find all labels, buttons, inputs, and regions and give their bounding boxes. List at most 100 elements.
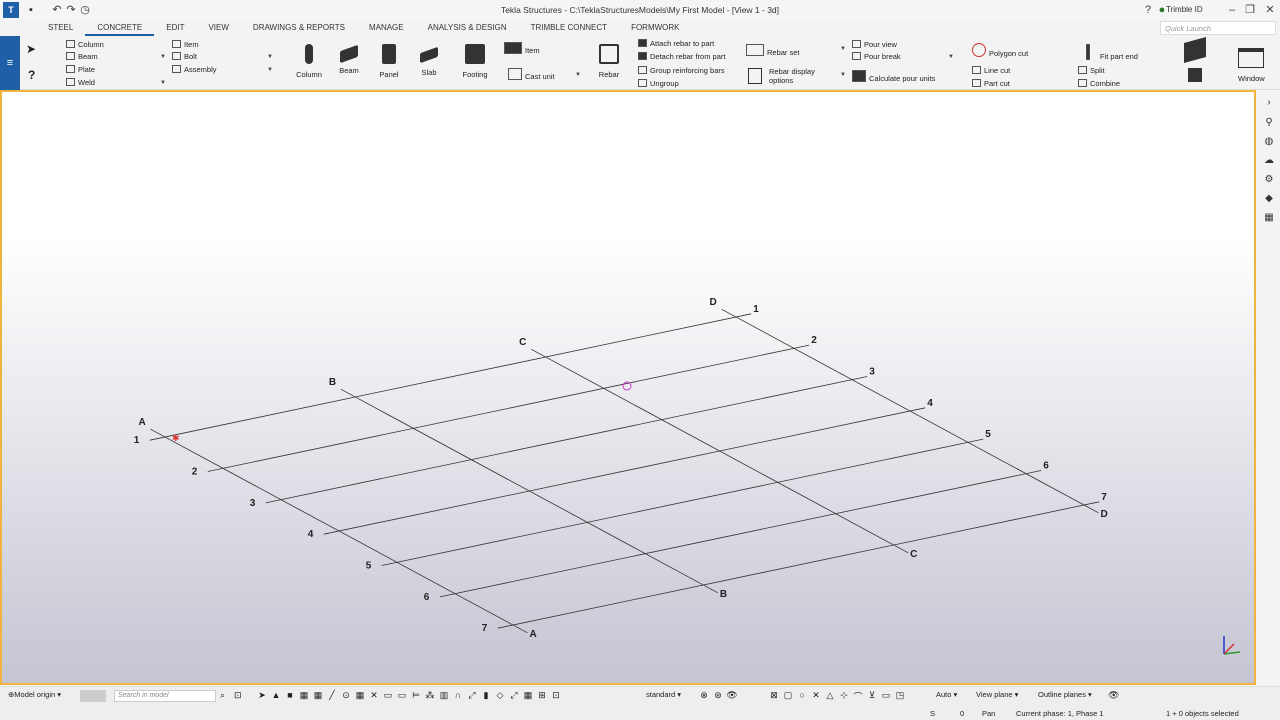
close-button[interactable]: ✕ xyxy=(1262,3,1278,17)
snap-mode-icon[interactable]: ▭ xyxy=(880,690,892,701)
visibility-icon[interactable]: 👁 xyxy=(1108,690,1119,701)
chevron-down-icon[interactable]: ▼ xyxy=(575,72,581,78)
snap-tool-icon[interactable]: ◇ xyxy=(494,690,506,701)
rebar-button[interactable]: Rebar xyxy=(592,44,626,79)
snap-mode-icon[interactable]: ✕ xyxy=(810,690,822,701)
quick-launch-input[interactable]: Quick Launch xyxy=(1160,21,1276,35)
cast-unit-button[interactable]: Cast unit xyxy=(508,68,555,81)
pour-break-item[interactable]: Pour break xyxy=(852,52,901,61)
grid-line-2[interactable] xyxy=(207,344,810,472)
split-item[interactable]: Split xyxy=(1078,66,1105,75)
panel-button[interactable]: Panel xyxy=(372,44,406,79)
toggle-icon[interactable] xyxy=(80,690,106,702)
snap-mode-icon[interactable]: ⊹ xyxy=(838,690,850,701)
grid-settings-icon[interactable]: ▦ xyxy=(1262,211,1276,225)
cube-icon[interactable]: ◆ xyxy=(1262,192,1276,206)
snap-tool-icon[interactable]: ∩ xyxy=(452,690,464,700)
outline-planes-dropdown[interactable]: Outline planes ▾ xyxy=(1038,690,1092,702)
grid-line-6[interactable] xyxy=(439,470,1042,598)
snap-tool-icon[interactable]: ⊞ xyxy=(536,690,548,701)
snap-tool-icon[interactable]: ✕ xyxy=(368,690,380,701)
snap-tool-icon[interactable]: ▦ xyxy=(522,690,534,701)
model-origin-dropdown[interactable]: ⊕Model origin ▾ xyxy=(8,690,61,702)
tab-trimble-connect[interactable]: TRIMBLE CONNECT xyxy=(519,20,619,36)
snap-mode-icon[interactable]: △ xyxy=(824,690,836,701)
trimble-id-link[interactable]: Trimble ID xyxy=(1166,5,1203,14)
side-menu-icon[interactable]: ≡ xyxy=(0,36,20,90)
gear-icon[interactable]: ⚙ xyxy=(1262,173,1276,187)
chevron-down-icon[interactable]: ▼ xyxy=(160,54,166,60)
snap-mode-icon[interactable]: ⊛ xyxy=(712,690,724,701)
column-button[interactable]: Column xyxy=(292,44,326,79)
zoom-icon[interactable]: ⊡ xyxy=(234,690,242,701)
chevron-down-icon[interactable]: ▼ xyxy=(267,54,273,60)
snap-tool-icon[interactable]: ➤ xyxy=(256,690,268,701)
select-icon[interactable]: ➤ xyxy=(26,42,36,56)
model-view-3d[interactable]: A A B B C C D D 1 1 2 2 3 3 4 4 5 5 6 6 7 7 ✱ xyxy=(0,90,1256,685)
add-component-icon[interactable] xyxy=(1188,68,1202,82)
line-cut-item[interactable]: Line cut xyxy=(972,66,1010,75)
chevron-down-icon[interactable]: ▼ xyxy=(948,54,954,60)
combine-item[interactable]: Combine xyxy=(1078,79,1120,88)
chevron-down-icon[interactable]: ▼ xyxy=(160,80,166,86)
detach-rebar-item[interactable]: Detach rebar from part xyxy=(638,52,725,61)
pour-view-item[interactable]: Pour view xyxy=(852,40,897,49)
item-button[interactable]: Item xyxy=(504,42,540,55)
property-icon[interactable]: ⚲ xyxy=(1262,116,1276,130)
tab-edit[interactable]: EDIT xyxy=(154,20,196,36)
tab-manage[interactable]: MANAGE xyxy=(357,20,416,36)
maximize-button[interactable]: ❐ xyxy=(1242,3,1258,17)
snap-tool-icon[interactable]: ⤢ xyxy=(508,690,520,701)
grid-line-5[interactable] xyxy=(381,438,984,566)
steel-beam-item[interactable]: Beam xyxy=(66,52,98,61)
rebar-display-options-button[interactable]: Rebar display options xyxy=(769,67,839,85)
snap-tool-icon[interactable]: ▥ xyxy=(438,690,450,701)
steel-column-item[interactable]: Column xyxy=(66,40,104,49)
snap-tool-icon[interactable]: ▦ xyxy=(298,690,310,701)
grid-line-3[interactable] xyxy=(265,376,868,504)
footing-button[interactable]: Footing xyxy=(458,44,492,79)
chevron-down-icon[interactable]: ▼ xyxy=(840,72,846,78)
grid-line-7[interactable] xyxy=(497,501,1100,629)
tab-steel[interactable]: STEEL xyxy=(20,20,85,36)
grid-line-1[interactable] xyxy=(149,313,752,441)
chevron-down-icon[interactable]: ▼ xyxy=(267,67,273,73)
tab-formwork[interactable]: FORMWORK xyxy=(619,20,691,36)
bolt-item[interactable]: Bolt xyxy=(172,52,197,61)
beam-button[interactable]: Beam xyxy=(332,44,366,75)
snap-tool-icon[interactable]: ⊨ xyxy=(410,690,422,701)
rebar-set-button[interactable]: Rebar set xyxy=(746,44,800,57)
tab-drawings-reports[interactable]: DRAWINGS & REPORTS xyxy=(241,20,357,36)
snap-tool-icon[interactable]: ▦ xyxy=(312,690,324,701)
cloud-icon[interactable]: ☁ xyxy=(1262,154,1276,168)
window-button-label[interactable]: Window xyxy=(1238,74,1265,83)
grid-line-4[interactable] xyxy=(323,407,926,535)
snap-mode-icon[interactable]: ⊻ xyxy=(866,690,878,701)
snap-tool-icon[interactable]: ▲ xyxy=(270,690,282,700)
snap-tool-icon[interactable]: ⊙ xyxy=(340,690,352,701)
chevron-right-icon[interactable]: › xyxy=(1262,96,1276,110)
snap-tool-icon[interactable]: ▭ xyxy=(396,690,408,701)
ungroup-item[interactable]: Ungroup xyxy=(638,79,679,88)
part-cut-item[interactable]: Part cut xyxy=(972,79,1010,88)
snap-mode-icon[interactable]: ▢ xyxy=(782,690,794,701)
snap-mode-icon[interactable]: ⌒ xyxy=(852,690,864,703)
tab-view[interactable]: VIEW xyxy=(196,20,240,36)
snap-tool-icon[interactable]: ■ xyxy=(284,690,296,700)
grid-canvas[interactable]: A A B B C C D D 1 1 2 2 3 3 4 4 5 5 6 6 7 7 ✱ xyxy=(2,92,1254,683)
chevron-down-icon[interactable]: ▼ xyxy=(840,46,846,52)
window-icon[interactable] xyxy=(1238,48,1264,68)
globe-icon[interactable]: ◍ xyxy=(1262,135,1276,149)
steel-plate-item[interactable]: Plate xyxy=(66,65,95,74)
snap-tool-icon[interactable]: ▭ xyxy=(382,690,394,701)
view-plane-dropdown[interactable]: View plane ▾ xyxy=(976,690,1018,702)
attach-rebar-item[interactable]: Attach rebar to part xyxy=(638,39,714,48)
snap-mode-icon[interactable]: ◳ xyxy=(894,690,906,701)
assembly-item[interactable]: Assembly xyxy=(172,65,217,74)
auto-dropdown[interactable]: Auto ▾ xyxy=(936,690,957,702)
tab-concrete[interactable]: CONCRETE xyxy=(85,20,155,36)
snap-tool-icon[interactable]: ⤢ xyxy=(466,690,478,701)
snap-mode-icon[interactable]: ○ xyxy=(796,690,808,700)
snap-tool-icon[interactable]: ╱ xyxy=(326,690,338,701)
tab-analysis-design[interactable]: ANALYSIS & DESIGN xyxy=(416,20,519,36)
